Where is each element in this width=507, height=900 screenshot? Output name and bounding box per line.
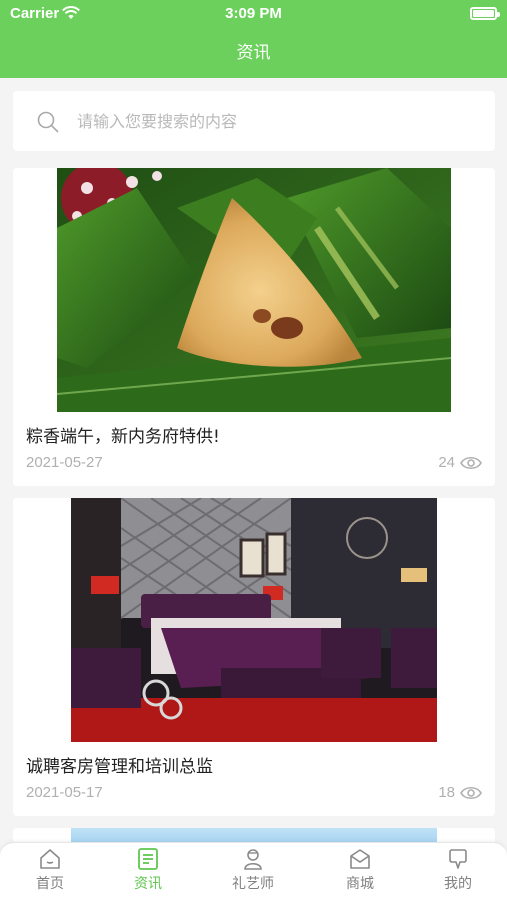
page-title: 资讯 <box>236 43 271 63</box>
tab-news[interactable]: 资讯 <box>108 843 188 900</box>
article-image-zongzi <box>57 168 451 412</box>
profile-icon <box>449 849 467 869</box>
eye-icon <box>460 456 482 470</box>
article-card[interactable]: 诚聘客房管理和培训总监 2021-05-17 18 <box>13 498 495 816</box>
battery-icon <box>470 7 500 20</box>
tab-label: 商城 <box>346 876 374 892</box>
tab-artisan[interactable]: 礼艺师 <box>213 843 293 900</box>
tab-bar: 首页 资讯 礼艺师 商城 我的 <box>0 842 507 900</box>
tab-label: 礼艺师 <box>232 876 274 892</box>
tab-label: 资讯 <box>134 876 162 892</box>
view-count: 24 <box>438 454 455 471</box>
eye-icon <box>460 786 482 800</box>
article-title: 诚聘客房管理和培训总监 <box>26 757 213 777</box>
view-count: 18 <box>438 784 455 801</box>
article-image-bedroom <box>71 498 437 742</box>
search-input[interactable] <box>77 108 477 134</box>
tab-label: 我的 <box>444 876 472 892</box>
tab-label: 首页 <box>36 876 64 892</box>
person-icon <box>244 849 262 870</box>
tab-home[interactable]: 首页 <box>10 843 90 900</box>
clock: 3:09 PM <box>225 5 282 22</box>
article-card[interactable]: 粽香端午，新内务府特供! 2021-05-27 24 <box>13 168 495 486</box>
tab-shop[interactable]: 商城 <box>320 843 400 900</box>
article-date: 2021-05-17 <box>26 784 103 801</box>
article-date: 2021-05-27 <box>26 454 103 471</box>
news-icon <box>138 848 158 870</box>
tab-profile[interactable]: 我的 <box>418 843 498 900</box>
search-bar[interactable] <box>13 91 495 151</box>
home-icon <box>40 849 60 869</box>
article-title: 粽香端午，新内务府特供! <box>26 427 220 447</box>
search-icon <box>37 111 59 133</box>
app-header: Carrier 3:09 PM 资讯 <box>0 0 507 78</box>
shop-icon <box>350 849 370 869</box>
status-bar: Carrier 3:09 PM <box>0 0 507 28</box>
